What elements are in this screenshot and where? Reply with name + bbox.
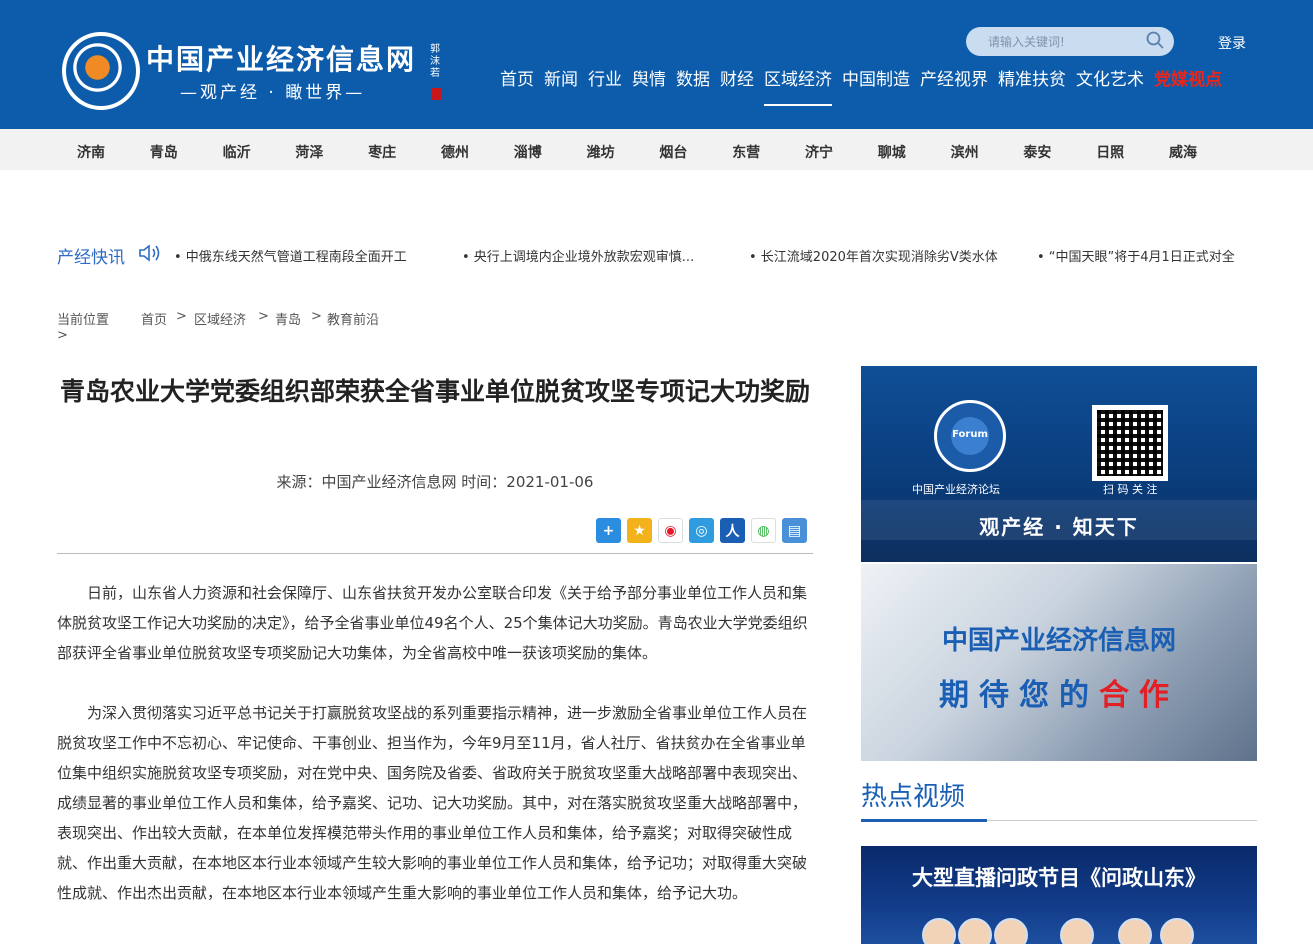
nav-item[interactable]: 精准扶贫	[998, 66, 1066, 106]
subnav-item[interactable]: 东营	[732, 142, 760, 162]
plus-icon[interactable]: +	[596, 518, 621, 543]
logo-subtitle: —观产经 · 瞰世界—	[180, 83, 366, 103]
breadcrumb-separator: >	[176, 309, 187, 324]
tencent-icon[interactable]: ◎	[689, 518, 714, 543]
nav-item[interactable]: 中国制造	[842, 66, 910, 106]
nav-item[interactable]: 产经视界	[920, 66, 988, 106]
logo-seal: 郭沫若	[430, 44, 440, 79]
seal-stamp-icon	[432, 88, 442, 100]
video-title: 大型直播问政节目《问政山东》	[912, 866, 1206, 890]
breadcrumb-separator: >	[311, 309, 322, 324]
ticker-label: 产经快讯	[57, 248, 125, 268]
globe-emblem-icon: Forum	[934, 400, 1006, 472]
subnav-item[interactable]: 聊城	[878, 142, 906, 162]
subnav-item[interactable]: 德州	[441, 142, 469, 162]
subnav-item[interactable]: 烟台	[659, 142, 687, 162]
weibo-icon[interactable]: ◉	[658, 518, 683, 543]
video-person-avatar	[1160, 918, 1194, 944]
site-header: 中国产业经济信息网 —观产经 · 瞰世界— 郭沫若	[0, 0, 1313, 129]
subnav-item[interactable]: 济南	[77, 142, 105, 162]
subnav-item[interactable]: 菏泽	[295, 142, 323, 162]
nav-item[interactable]: 行业	[588, 66, 622, 106]
cooperation-ad-banner[interactable]	[861, 564, 1257, 761]
share-toolbar: + ★ ◉ ◎ 人 ◍ ▤	[596, 518, 813, 543]
nav-item[interactable]: 区域经济	[764, 66, 832, 106]
ad-slogan-red: 合作	[1099, 678, 1179, 713]
wechat-icon[interactable]: ◍	[751, 518, 776, 543]
ticker-item[interactable]: • 中俄东线天然气管道工程南段全面开工	[174, 246, 434, 265]
breadcrumb-separator: >	[258, 309, 269, 324]
ticker-item[interactable]: • “中国天眼”将于4月1日正式对全	[1037, 246, 1258, 265]
subnav-item[interactable]: 日照	[1096, 142, 1124, 162]
article-paragraph: 为深入贯彻落实习近平总书记关于打赢脱贫攻坚战的系列重要指示精神，进一步激励全省事…	[57, 704, 808, 902]
article-paragraph: 日前，山东省人力资源和社会保障厅、山东省扶贫开发办公室联合印发《关于给予部分事业…	[57, 584, 808, 662]
video-person-avatar	[958, 918, 992, 944]
search-input[interactable]	[988, 32, 1138, 51]
star-icon[interactable]: ★	[627, 518, 652, 543]
search-box	[966, 27, 1174, 56]
video-person-avatar	[1060, 918, 1094, 944]
subnav-item[interactable]: 淄博	[514, 142, 542, 162]
video-person-avatar	[1118, 918, 1152, 944]
ad-slogan: 观产经 · 知天下	[979, 515, 1139, 539]
subnav-item[interactable]: 泰安	[1023, 142, 1051, 162]
article-divider	[57, 553, 813, 554]
ticker-item[interactable]: • 央行上调境内企业境外放款宏观审慎...	[462, 246, 712, 265]
forum-label: 中国产业经济论坛	[912, 483, 1000, 496]
breadcrumb-education[interactable]: 教育前沿	[327, 309, 379, 328]
ticker-item[interactable]: • 长江流域2020年首次实现消除劣Ⅴ类水体	[749, 246, 1021, 265]
logo-title: 中国产业经济信息网	[146, 43, 417, 76]
qr-code-icon	[1092, 405, 1168, 481]
subnav-item[interactable]: 临沂	[223, 142, 251, 162]
ad-title: 中国产业经济信息网	[941, 626, 1176, 656]
section-divider-accent	[861, 819, 987, 822]
subnav-item[interactable]: 青岛	[150, 142, 178, 162]
breadcrumb-home[interactable]: 首页	[141, 309, 167, 328]
main-nav: 首页 新闻 行业 舆情 数据 财经 区域经济 中国制造 产经视界 精准扶贫 文化艺术 党媒视点	[500, 66, 1232, 106]
video-person-avatar	[922, 918, 956, 944]
qr-label: 扫 码 关 注	[1103, 483, 1158, 496]
breadcrumb-separator: >	[57, 328, 68, 343]
article-title: 青岛农业大学党委组织部荣获全省事业单位脱贫攻坚专项记大功奖励	[59, 377, 810, 406]
subnav-item[interactable]: 潍坊	[587, 142, 615, 162]
region-subnav: 济南 青岛 临沂 菏泽 枣庄 德州 淄博 潍坊 烟台 东营 济宁 聊城 滨州 泰安 日照 威海	[0, 129, 1313, 170]
nav-item[interactable]: 数据	[676, 66, 710, 106]
search-icon[interactable]	[1146, 31, 1164, 49]
nav-item[interactable]: 党媒视点	[1154, 66, 1222, 106]
renren-icon[interactable]: 人	[720, 518, 745, 543]
article-meta: 来源：中国产业经济信息网 时间：2021-01-06	[276, 473, 594, 491]
subnav-item[interactable]: 滨州	[951, 142, 979, 162]
print-icon[interactable]: ▤	[782, 518, 807, 543]
ad-slogan-blue: 期待您的	[939, 678, 1099, 713]
logo-emblem-icon	[62, 32, 140, 110]
breadcrumb-region-economy[interactable]: 区域经济	[194, 309, 246, 328]
video-person-avatar	[994, 918, 1028, 944]
nav-item[interactable]: 财经	[720, 66, 754, 106]
subnav-item[interactable]: 济宁	[805, 142, 833, 162]
ad-slogan: 期待您的合作	[861, 670, 1257, 714]
nav-item[interactable]: 新闻	[544, 66, 578, 106]
nav-item[interactable]: 首页	[500, 66, 534, 106]
video-thumbnail[interactable]	[861, 846, 1257, 944]
login-link[interactable]: 登录	[1218, 33, 1246, 53]
breadcrumb-label: 当前位置	[57, 313, 110, 328]
nav-item[interactable]: 舆情	[632, 66, 666, 106]
subnav-item[interactable]: 枣庄	[368, 142, 396, 162]
hot-video-heading: 热点视频	[861, 782, 966, 812]
subnav-item[interactable]: 威海	[1169, 142, 1197, 162]
speaker-icon	[139, 244, 160, 262]
nav-item[interactable]: 文化艺术	[1076, 66, 1144, 106]
globe-label: Forum	[952, 429, 988, 440]
site-logo[interactable]: 中国产业经济信息网 —观产经 · 瞰世界— 郭沫若	[60, 30, 450, 114]
breadcrumb-qingdao[interactable]: 青岛	[275, 309, 301, 328]
